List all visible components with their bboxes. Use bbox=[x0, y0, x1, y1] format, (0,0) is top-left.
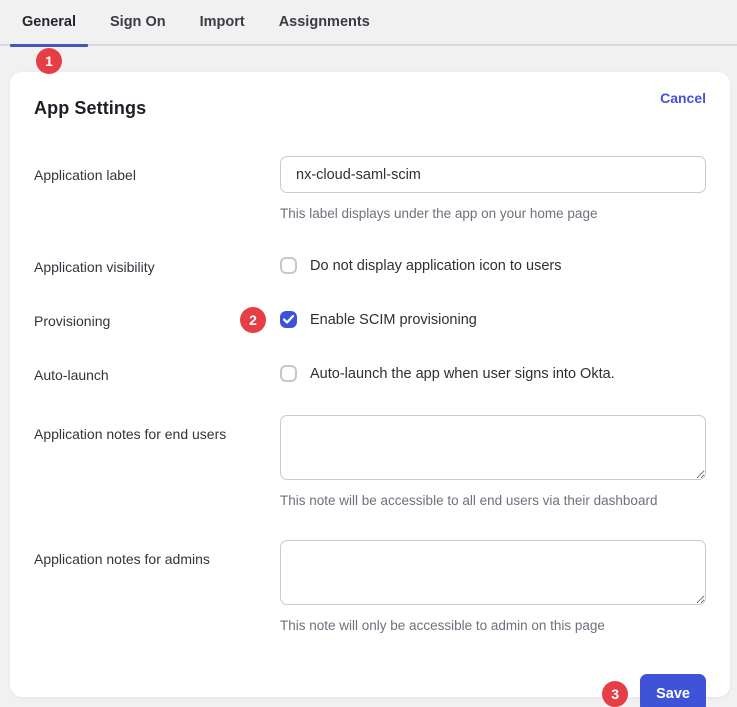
app-tab-bar: General Sign On Import Assignments bbox=[0, 0, 737, 46]
provisioning-option-label: Enable SCIM provisioning bbox=[310, 312, 477, 328]
notes-admins-row: Application notes for admins This note w… bbox=[34, 540, 706, 635]
tab-import[interactable]: Import bbox=[200, 0, 245, 45]
app-settings-panel: App Settings Cancel Application label Th… bbox=[10, 72, 730, 697]
auto-launch-row: Auto-launch Auto-launch the app when use… bbox=[34, 365, 706, 385]
tab-sign-on[interactable]: Sign On bbox=[110, 0, 166, 45]
annotation-step-3-badge: 3 bbox=[602, 681, 628, 707]
cancel-link[interactable]: Cancel bbox=[660, 90, 706, 106]
application-visibility-row: Application visibility Do not display ap… bbox=[34, 257, 706, 277]
checkmark-icon bbox=[283, 315, 294, 324]
application-label-label: Application label bbox=[34, 156, 280, 185]
notes-admins-label: Application notes for admins bbox=[34, 540, 280, 569]
auto-launch-label: Auto-launch bbox=[34, 365, 280, 385]
application-label-helper: This label displays under the app on you… bbox=[280, 205, 706, 223]
auto-launch-option-label: Auto-launch the app when user signs into… bbox=[310, 366, 615, 382]
save-button[interactable]: Save bbox=[640, 674, 706, 707]
notes-end-users-row: Application notes for end users This not… bbox=[34, 415, 706, 510]
application-visibility-checkbox[interactable] bbox=[280, 257, 297, 274]
tab-general[interactable]: General bbox=[22, 0, 76, 45]
annotation-step-2-badge: 2 bbox=[240, 307, 266, 333]
application-visibility-label: Application visibility bbox=[34, 257, 280, 277]
page-title: App Settings bbox=[34, 98, 146, 119]
notes-end-users-label: Application notes for end users bbox=[34, 415, 280, 444]
application-visibility-option-label: Do not display application icon to users bbox=[310, 258, 561, 274]
auto-launch-checkbox[interactable] bbox=[280, 365, 297, 382]
notes-end-users-helper: This note will be accessible to all end … bbox=[280, 492, 706, 510]
provisioning-row: Provisioning 2 Enable SCIM provisioning bbox=[34, 311, 706, 331]
panel-footer: 3 Save bbox=[34, 674, 706, 707]
notes-admins-helper: This note will only be accessible to adm… bbox=[280, 617, 706, 635]
enable-scim-provisioning-checkbox[interactable] bbox=[280, 311, 297, 328]
application-label-row: Application label This label displays un… bbox=[34, 156, 706, 223]
application-label-input[interactable] bbox=[280, 156, 706, 193]
annotation-step-1-badge: 1 bbox=[36, 48, 62, 74]
tab-assignments[interactable]: Assignments bbox=[279, 0, 370, 45]
notes-end-users-textarea[interactable] bbox=[280, 415, 706, 480]
panel-header: App Settings Cancel bbox=[34, 88, 706, 119]
notes-admins-textarea[interactable] bbox=[280, 540, 706, 605]
